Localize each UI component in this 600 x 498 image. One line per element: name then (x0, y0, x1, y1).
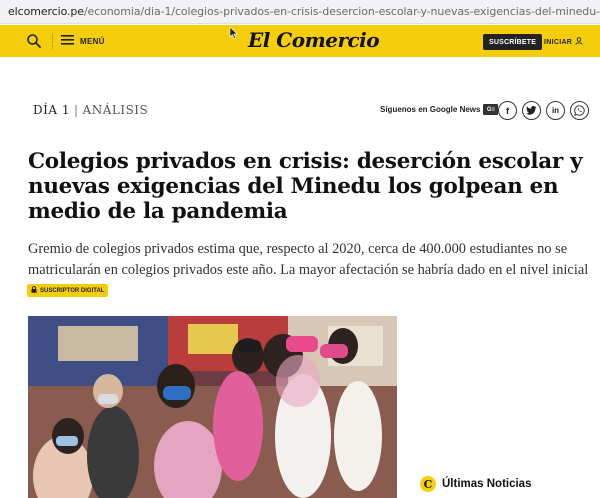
nav-divider (52, 33, 53, 49)
section-link[interactable]: DÍA 1 (33, 103, 70, 117)
article-photo[interactable] (28, 316, 397, 498)
linkedin-share-icon[interactable]: in (546, 101, 565, 120)
top-navigation-bar: MENÚ El Comercio SUSCRÍBETE INICIAR (0, 25, 600, 57)
login-label: INICIAR (544, 38, 573, 46)
url-host: elcomercio.pe (8, 5, 84, 18)
lock-icon (31, 286, 37, 295)
latest-news-heading[interactable]: C Últimas Noticias (420, 476, 531, 492)
menu-label: MENÚ (80, 36, 105, 46)
mouse-cursor-icon (229, 26, 239, 39)
subscribe-button[interactable]: SUSCRÍBETE (483, 34, 543, 50)
url-text[interactable]: elcomercio.pe/economia/dia-1/colegios-pr… (8, 5, 600, 18)
el-comercio-icon: C (420, 476, 436, 492)
article-photo-image (28, 316, 397, 498)
user-icon (575, 37, 583, 47)
article-title: Colegios privados en crisis: deserción e… (28, 149, 583, 224)
section-breadcrumb: DÍA 1 | ANÁLISIS (33, 103, 148, 117)
google-news-label: Síguenos en Google News (380, 105, 481, 114)
latest-news-label: Últimas Noticias (442, 478, 532, 490)
login-button[interactable]: INICIAR (544, 37, 583, 47)
hamburger-icon (61, 32, 74, 50)
search-icon[interactable] (25, 32, 43, 50)
el-comercio-logo[interactable]: El Comercio (248, 28, 380, 52)
google-news-icon: G≡ (483, 104, 499, 115)
section-separator: | (73, 103, 79, 117)
subscriber-badge-label: SUSCRIPTOR DIGITAL (40, 287, 105, 294)
whatsapp-share-icon[interactable] (570, 101, 589, 120)
facebook-share-icon[interactable]: f (498, 101, 517, 120)
browser-address-bar[interactable]: elcomercio.pe/economia/dia-1/colegios-pr… (0, 0, 600, 24)
subscriber-badge: SUSCRIPTOR DIGITAL (27, 284, 109, 297)
google-news-follow-link[interactable]: Síguenos en Google News G≡ (380, 104, 499, 115)
twitter-share-icon[interactable] (522, 101, 541, 120)
article-summary: Gremio de colegios privados estima que, … (28, 241, 589, 278)
category-link[interactable]: ANÁLISIS (83, 103, 149, 117)
url-path: /economia/dia-1/colegios-privados-en-cri… (83, 5, 600, 18)
menu-button[interactable]: MENÚ (61, 32, 105, 50)
